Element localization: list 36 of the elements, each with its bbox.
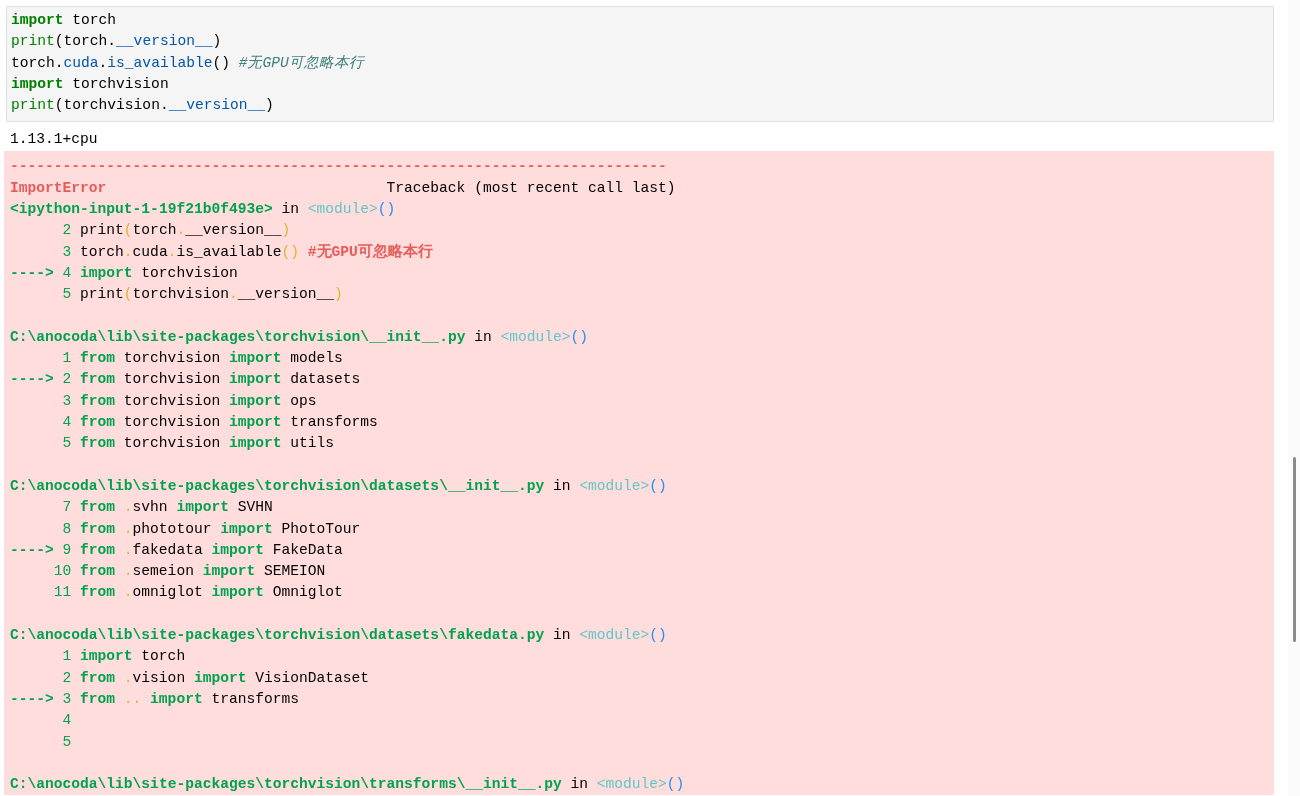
code-line: print(torchvision.__version__)	[11, 96, 274, 116]
code-line: 10 from .semeion import SEMEION	[52, 562, 326, 582]
code-line: 2 print(torch.__version__)	[61, 221, 291, 241]
code-line: 5 from torchvision import utils	[61, 434, 335, 454]
code-line: 8 from .phototour import PhotoTour	[61, 519, 361, 539]
code-line: print(torch.__version__)	[11, 32, 222, 52]
code-line: 4	[61, 711, 73, 731]
code-line: 1 from torchvision import models	[61, 349, 343, 369]
code-line: 7 from .svhn import SVHN	[61, 498, 273, 518]
frame-location: <ipython-input-1-19f21b0f493e> in <module>()	[10, 200, 396, 220]
code-line: 4 from torchvision import transforms	[61, 413, 378, 433]
code-line: 2 from .vision import VisionDataset	[61, 668, 370, 688]
code-line: ----> 9 from .fakedata import FakeData	[10, 540, 343, 560]
frame-location: C:\anocoda\lib\site-packages\torchvision\__init__.py in <module>()	[10, 327, 588, 347]
code-line: 1 import torch	[61, 647, 186, 667]
code-line: ----> 3 from .. import transforms	[10, 689, 299, 709]
code-line: torch.cuda.is_available() #无GPU可忽略本行	[11, 53, 364, 73]
code-line: import torchvision	[11, 74, 169, 94]
code-line: 5 print(torchvision.__version__)	[61, 285, 343, 305]
scrollbar[interactable]	[1288, 0, 1300, 796]
code-cell[interactable]: import torch print(torch.__version__) torch.cuda.is_available() #无GPU可忽略本行 import torchvision print(torchvision.__version__)	[6, 6, 1274, 123]
scrollbar-thumb[interactable]	[1293, 457, 1296, 642]
code-line: 11 from .omniglot import Omniglot	[52, 583, 343, 603]
frame-location: C:\anocoda\lib\site-packages\torchvision\datasets\__init__.py in <module>()	[10, 476, 667, 496]
separator-dashes: ---------------------------------------------------------------------------	[10, 157, 667, 177]
traceback-heading: Traceback (most recent call last)	[386, 178, 676, 198]
code-line: 3 from torchvision import ops	[61, 391, 317, 411]
frame-location: C:\anocoda\lib\site-packages\torchvision\transforms\__init__.py in <module>()	[10, 775, 685, 795]
output-text: 1.13.1+cpu	[9, 130, 99, 150]
code-line: 3 torch.cuda.is_available() #无GPU可忽略本行	[61, 242, 433, 262]
code-line: import torch	[11, 11, 117, 30]
error-name: ImportError	[10, 178, 107, 198]
code-line: ----> 4 import torchvision	[10, 263, 238, 283]
code-line: 5	[61, 732, 73, 752]
frame-location: C:\anocoda\lib\site-packages\torchvision\datasets\fakedata.py in <module>()	[10, 626, 667, 645]
code-line: ----> 2 from torchvision import datasets	[10, 370, 361, 390]
